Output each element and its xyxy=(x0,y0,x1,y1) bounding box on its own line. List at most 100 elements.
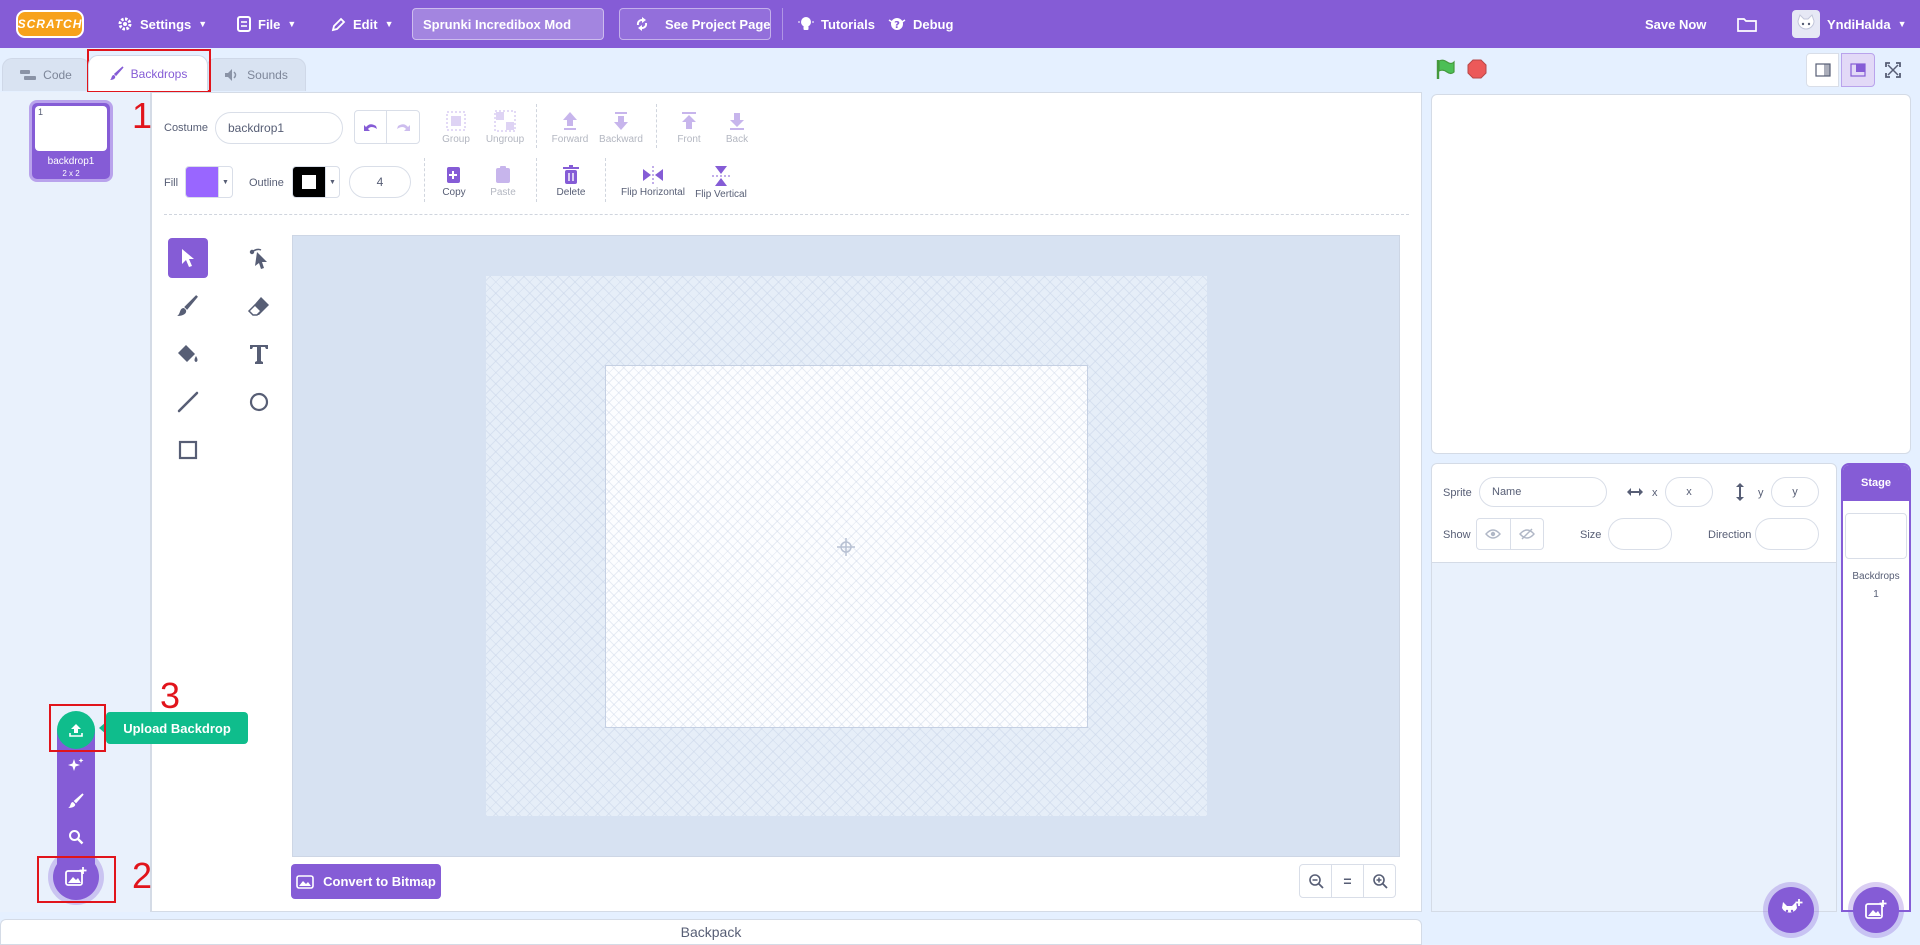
settings-menu[interactable]: Settings ▼ xyxy=(117,0,207,48)
zoom-reset-button[interactable]: = xyxy=(1332,865,1364,897)
full-screen-button[interactable] xyxy=(1877,53,1910,87)
ungroup-button[interactable]: Ungroup xyxy=(485,110,525,145)
delete-button[interactable]: Delete xyxy=(556,165,586,198)
username: YndiHalda xyxy=(1827,16,1891,32)
tab-code[interactable]: Code xyxy=(2,58,90,91)
debug-label: Debug xyxy=(913,16,954,32)
costume-name-value: backdrop1 xyxy=(228,121,285,135)
tutorials-label: Tutorials xyxy=(821,16,875,32)
tutorials-menu[interactable]: Tutorials xyxy=(798,0,875,48)
annotation-label-2: 2 xyxy=(132,855,153,896)
sprite-list-area xyxy=(1431,563,1837,912)
fill-color-swatch xyxy=(186,167,218,197)
flip-vertical-icon xyxy=(712,166,730,186)
line-tool[interactable] xyxy=(168,382,208,422)
copy-button[interactable]: Copy xyxy=(441,165,467,198)
file-menu[interactable]: File ▼ xyxy=(237,0,296,48)
backpack-bar[interactable]: Backpack xyxy=(0,919,1422,945)
convert-to-bitmap-button[interactable]: Convert to Bitmap xyxy=(291,864,441,899)
flip-horizontal-label: Flip Horizontal xyxy=(621,187,685,198)
reshape-tool[interactable] xyxy=(239,238,279,278)
add-backdrop-stage-button[interactable] xyxy=(1853,887,1899,933)
fill-tool[interactable] xyxy=(168,334,208,374)
outline-color-picker[interactable]: ▼ xyxy=(292,166,340,198)
front-button[interactable]: Front xyxy=(676,110,702,145)
redo-button[interactable] xyxy=(387,111,419,143)
backward-button[interactable]: Backward xyxy=(599,110,643,145)
see-project-page-content: See Project Page xyxy=(634,0,771,48)
brush-tool[interactable] xyxy=(168,286,208,326)
costume-name-input[interactable]: backdrop1 xyxy=(215,112,343,144)
rectangle-icon xyxy=(178,440,198,460)
group-label: Group xyxy=(442,134,470,145)
sprite-name-input[interactable]: Name xyxy=(1479,477,1607,507)
account-menu[interactable]: YndiHalda ▼ xyxy=(1792,0,1907,48)
large-stage-button[interactable] xyxy=(1841,53,1875,87)
group-button[interactable]: Group xyxy=(442,110,470,145)
tab-backdrops[interactable]: Backdrops xyxy=(88,55,208,91)
flip-vertical-button[interactable]: Flip Vertical xyxy=(693,165,749,200)
y-placeholder: y xyxy=(1792,486,1798,498)
back-label: Back xyxy=(725,134,749,145)
tab-sounds[interactable]: Sounds xyxy=(206,58,306,91)
costume-label: Costume xyxy=(164,122,209,134)
paste-button[interactable]: Paste xyxy=(488,165,518,198)
ungroup-label: Ungroup xyxy=(485,134,525,145)
stop-icon[interactable] xyxy=(1467,59,1487,79)
paint-bucket-icon xyxy=(178,345,198,362)
lightbulb-icon xyxy=(798,17,814,30)
zoom-out-button[interactable] xyxy=(1300,865,1332,897)
save-now-button[interactable]: Save Now xyxy=(1645,0,1706,48)
direction-input[interactable] xyxy=(1755,518,1819,550)
select-tool[interactable] xyxy=(168,238,208,278)
menu-bar: SCRATCH Settings ▼ File ▼ Edit ▼ Sprunki… xyxy=(0,0,1920,48)
circle-tool[interactable] xyxy=(239,382,279,422)
x-input[interactable]: x xyxy=(1665,477,1713,507)
y-input[interactable]: y xyxy=(1771,477,1819,507)
stage-selector[interactable]: Stage Backdrops 1 xyxy=(1841,463,1911,912)
zoom-in-button[interactable] xyxy=(1364,865,1395,897)
text-tool[interactable] xyxy=(239,334,279,374)
choose-backdrop-button[interactable] xyxy=(57,820,95,854)
costume-item[interactable]: 1 backdrop1 2 x 2 xyxy=(29,100,113,182)
save-now-label: Save Now xyxy=(1645,16,1707,32)
hide-button[interactable] xyxy=(1511,519,1544,549)
ungroup-icon xyxy=(494,110,516,132)
edit-menu[interactable]: Edit ▼ xyxy=(331,0,393,48)
outline-width-input[interactable]: 4 xyxy=(349,166,411,198)
size-input[interactable] xyxy=(1608,518,1672,550)
debug-menu[interactable]: ? Debug xyxy=(888,0,953,48)
undo-icon xyxy=(363,124,377,131)
small-stage-icon xyxy=(1815,63,1831,77)
paint-button[interactable] xyxy=(57,784,95,818)
project-title-input[interactable]: Sprunki Incredibox Mod xyxy=(412,8,604,40)
add-sprite-button[interactable] xyxy=(1768,887,1814,933)
surprise-button[interactable] xyxy=(57,748,95,782)
y-label: y xyxy=(1758,487,1764,499)
paste-icon xyxy=(496,166,510,183)
fill-label: Fill xyxy=(164,177,179,189)
eraser-tool[interactable] xyxy=(239,286,279,326)
back-button[interactable]: Back xyxy=(724,110,750,145)
undo-button[interactable] xyxy=(355,111,388,143)
convert-to-bitmap-label: Convert to Bitmap xyxy=(323,874,436,889)
rectangle-tool[interactable] xyxy=(168,430,208,470)
my-stuff-button[interactable] xyxy=(1737,0,1757,48)
large-stage-icon xyxy=(1850,63,1866,77)
backdrops-count: 1 xyxy=(1873,589,1879,600)
show-button[interactable] xyxy=(1477,519,1511,549)
stage-canvas[interactable] xyxy=(1431,94,1911,454)
costume-thumbnail xyxy=(35,106,107,151)
scratch-logo[interactable]: SCRATCH xyxy=(16,10,84,38)
trash-icon xyxy=(563,165,579,184)
code-blocks-icon xyxy=(20,70,37,80)
flip-horizontal-button[interactable]: Flip Horizontal xyxy=(619,165,687,198)
green-flag-icon[interactable] xyxy=(1434,58,1456,80)
fill-color-picker[interactable]: ▼ xyxy=(185,166,233,198)
caret-down-icon: ▼ xyxy=(198,19,208,29)
forward-button[interactable]: Forward xyxy=(552,110,588,145)
small-stage-button[interactable] xyxy=(1806,53,1840,87)
project-title-text: Sprunki Incredibox Mod xyxy=(423,16,572,32)
caret-down-icon: ▼ xyxy=(218,167,232,197)
outline-color-swatch xyxy=(293,167,325,197)
